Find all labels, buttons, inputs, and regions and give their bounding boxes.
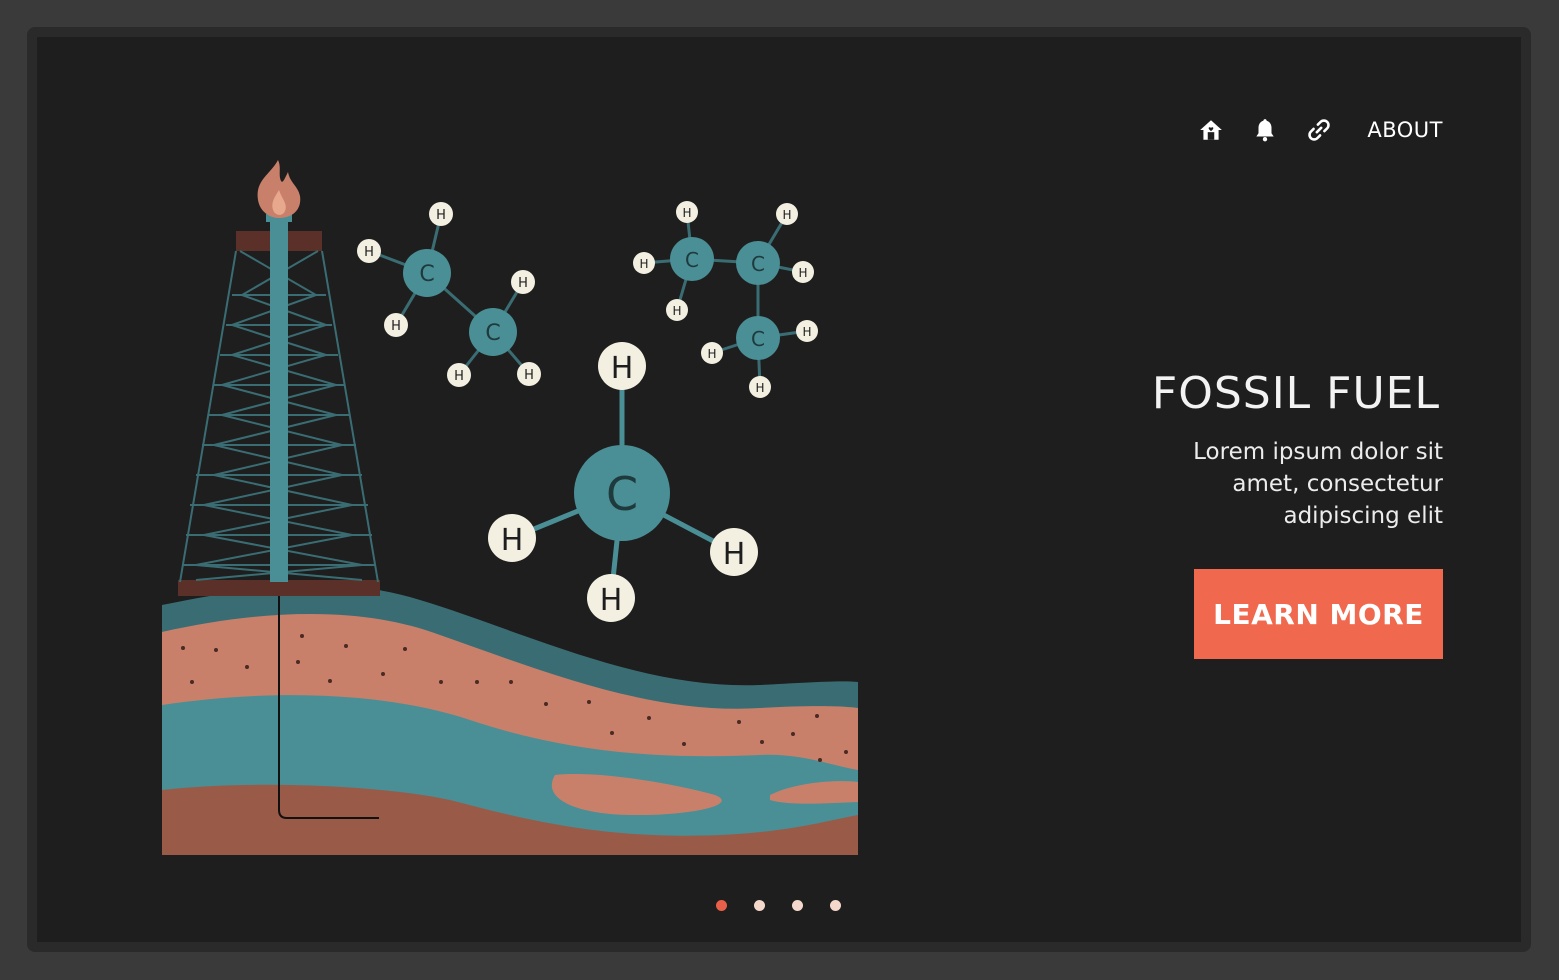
link-icon[interactable] — [1305, 116, 1333, 144]
hydrogen-label: H — [391, 319, 401, 334]
hydrogen-label: H — [501, 523, 524, 558]
hydrogen-label: H — [364, 245, 374, 260]
hydrogen-label: H — [798, 266, 807, 280]
ethane-molecule — [357, 202, 541, 387]
hydrogen-label: H — [454, 369, 464, 384]
flame-icon — [257, 160, 301, 218]
bell-icon[interactable] — [1251, 116, 1279, 144]
hydrogen-label: H — [707, 347, 716, 361]
carbon-label: C — [606, 467, 638, 521]
propane-molecule — [633, 201, 818, 398]
hydrogen-label: H — [723, 537, 746, 572]
oil-derrick — [178, 214, 380, 596]
pagination-dot[interactable] — [830, 900, 841, 911]
pagination-dot[interactable] — [792, 900, 803, 911]
carbon-label: C — [751, 327, 765, 351]
hydrogen-label: H — [672, 304, 681, 318]
nav-about-link[interactable]: ABOUT — [1367, 118, 1443, 142]
page-title: FOSSIL FUEL — [1151, 368, 1440, 419]
hydrogen-label: H — [524, 368, 534, 383]
hydrogen-label: H — [682, 206, 691, 220]
carbon-label: C — [751, 252, 765, 276]
hydrogen-label: H — [600, 583, 623, 618]
top-nav: ABOUT — [1197, 112, 1443, 148]
carbon-label: C — [485, 321, 500, 346]
home-icon[interactable] — [1197, 116, 1225, 144]
hydrogen-label: H — [755, 381, 764, 395]
hydrogen-label: H — [611, 351, 634, 386]
hero-description: Lorem ipsum dolor sit amet, consectetur … — [1193, 439, 1443, 529]
pagination-dot[interactable] — [716, 900, 727, 911]
hydrogen-label: H — [782, 208, 791, 222]
carousel-pagination — [716, 900, 841, 911]
hydrogen-label: H — [802, 325, 811, 339]
ground-layers — [162, 585, 858, 855]
carbon-label: C — [419, 262, 434, 287]
pagination-dot[interactable] — [754, 900, 765, 911]
carbon-label: C — [685, 248, 699, 272]
hydrogen-label: H — [639, 257, 648, 271]
learn-more-button[interactable]: LEARN MORE — [1194, 569, 1443, 659]
hydrogen-label: H — [436, 208, 446, 223]
hydrogen-label: H — [518, 276, 528, 291]
